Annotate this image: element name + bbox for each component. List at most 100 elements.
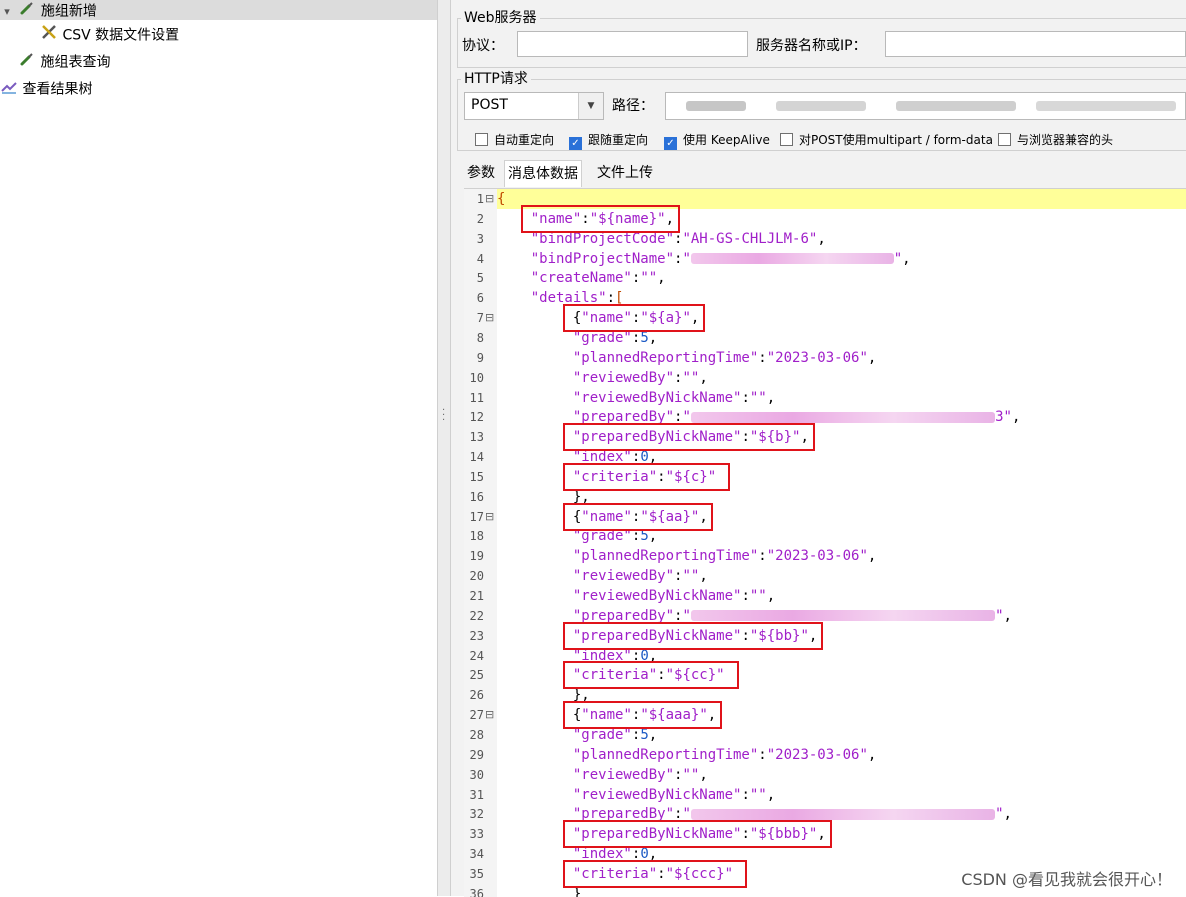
line-number: 17 bbox=[469, 509, 484, 524]
line-number: 15 bbox=[469, 469, 484, 484]
line-number: 7 bbox=[476, 311, 484, 326]
code-token: , bbox=[766, 588, 776, 604]
code-line: "reviewedBy":"", bbox=[497, 765, 1186, 785]
server-name-label: 服务器名称或IP： bbox=[756, 38, 867, 54]
line-number: 19 bbox=[469, 549, 484, 564]
checkbox-label: 使用 KeepAlive bbox=[683, 133, 770, 147]
code-line: "plannedReportingTime":"2023-03-06", bbox=[497, 348, 1186, 368]
web-server-legend: Web服务器 bbox=[461, 7, 540, 27]
code-token: "createName" bbox=[530, 270, 632, 287]
tree-item-label: 查看结果树 bbox=[22, 81, 93, 98]
fold-toggle-icon[interactable]: ⊟ bbox=[485, 308, 494, 328]
tab-file-upload[interactable]: 文件上传 bbox=[594, 160, 656, 186]
code-token: "reviewedBy" bbox=[572, 369, 675, 386]
code-token: "AH-GS-CHLJLM-6" bbox=[682, 230, 818, 247]
code-token: "bindProjectName" bbox=[530, 250, 675, 267]
code-line: "reviewedByNickName":"", bbox=[497, 388, 1186, 408]
line-number: 35 bbox=[469, 866, 484, 881]
line-number: 16 bbox=[469, 489, 484, 504]
tab-body-data[interactable]: 消息体数据 bbox=[504, 160, 582, 187]
tree-item-csv-data-set[interactable]: CSV 数据文件设置 bbox=[40, 24, 179, 44]
code-token: 5 bbox=[640, 329, 649, 346]
redacted-text bbox=[776, 101, 866, 111]
line-number: 8 bbox=[476, 330, 484, 345]
expand-toggle-icon[interactable]: ▾ bbox=[0, 2, 14, 22]
tree-item-施组新增[interactable]: ▾ 施组新增 bbox=[0, 0, 437, 20]
line-number: 12 bbox=[469, 410, 484, 425]
code-token: , bbox=[699, 369, 708, 386]
code-token: "reviewedByNickName" bbox=[572, 786, 742, 803]
tree-item-label: 施组新增 bbox=[40, 3, 97, 20]
chevron-down-icon[interactable]: ▼ bbox=[578, 93, 603, 119]
code-token: " bbox=[995, 806, 1004, 823]
tree-item-label: CSV 数据文件设置 bbox=[62, 27, 180, 44]
path-label: 路径： bbox=[612, 98, 654, 114]
line-number: 28 bbox=[469, 727, 484, 742]
highlight-box bbox=[562, 820, 832, 849]
line-number: 33 bbox=[469, 827, 484, 842]
code-token: "" bbox=[640, 270, 658, 287]
code-line: "reviewedBy":"", bbox=[497, 566, 1186, 586]
code-token: , bbox=[817, 230, 826, 247]
code-token: : bbox=[758, 548, 767, 565]
line-number: 3 bbox=[476, 231, 484, 246]
line-number: 6 bbox=[476, 291, 484, 306]
line-number: 5 bbox=[476, 271, 484, 286]
test-plan-tree: ▾ 施组新增 CSV 数据文件设置 施组表查询 查看结果树 bbox=[0, 0, 437, 896]
watermark: CSDN @看见我就会很开心！ bbox=[961, 870, 1172, 889]
protocol-input[interactable] bbox=[517, 31, 748, 57]
http-request-panel: Web服务器 协议： 服务器名称或IP： HTTP请求 POST ▼ 路径： 自… bbox=[451, 0, 1186, 897]
line-number: 11 bbox=[469, 390, 484, 405]
body-data-editor[interactable]: 1 ⊟ 2 3 4 5 6 7 ⊟ 8 9 10 11 12 13 14 15 16 17 ⊟ 18 19 20 21 22 23… bbox=[464, 188, 1186, 897]
checkbox-label: 与浏览器兼容的头 bbox=[1017, 133, 1114, 147]
keepalive-checkbox[interactable]: ✓ 使用 KeepAlive bbox=[664, 131, 770, 150]
fold-toggle-icon[interactable]: ⊟ bbox=[485, 705, 494, 725]
code-token: "grade" bbox=[572, 528, 632, 545]
code-token: : bbox=[741, 588, 750, 604]
method-select[interactable]: POST ▼ bbox=[464, 92, 604, 120]
browser-headers-checkbox[interactable]: 与浏览器兼容的头 bbox=[998, 131, 1113, 149]
protocol-label: 协议： bbox=[462, 38, 504, 54]
code-line: "reviewedByNickName":"", bbox=[497, 586, 1186, 606]
panel-splitter[interactable]: · · · bbox=[437, 0, 451, 896]
pipette-icon bbox=[18, 51, 36, 74]
path-input[interactable] bbox=[665, 92, 1186, 120]
line-number-gutter: 1 ⊟ 2 3 4 5 6 7 ⊟ 8 9 10 11 12 13 14 15 16 17 ⊟ 18 19 20 21 22 23… bbox=[464, 189, 497, 897]
code-token: 5 bbox=[640, 528, 649, 545]
code-token: , bbox=[699, 568, 708, 585]
code-token: : bbox=[741, 786, 750, 803]
line-number: 36 bbox=[469, 886, 484, 897]
line-number: 29 bbox=[469, 747, 484, 762]
follow-redirect-checkbox[interactable]: ✓ 跟随重定向 bbox=[569, 131, 648, 150]
tab-parameters[interactable]: 参数 bbox=[464, 160, 498, 186]
auto-redirect-checkbox[interactable]: 自动重定向 bbox=[475, 131, 554, 149]
check-icon: ✓ bbox=[569, 137, 582, 150]
checkbox-label: 自动重定向 bbox=[494, 133, 555, 147]
line-number: 31 bbox=[469, 787, 484, 802]
code-token: "2023-03-06" bbox=[766, 548, 868, 565]
code-token: "" bbox=[749, 786, 767, 803]
line-number: 24 bbox=[469, 648, 484, 663]
tree-item-施组表查询[interactable]: 施组表查询 bbox=[18, 51, 110, 71]
fold-toggle-icon[interactable]: ⊟ bbox=[485, 189, 494, 209]
code-token: " bbox=[995, 607, 1004, 624]
multipart-checkbox[interactable]: 对POST使用multipart / form-data bbox=[780, 131, 993, 149]
code-line: "reviewedBy":"", bbox=[497, 368, 1186, 388]
code-token: "plannedReportingTime" bbox=[572, 746, 759, 763]
line-number: 25 bbox=[469, 668, 484, 683]
redacted-text bbox=[686, 101, 746, 111]
code-token: "reviewedByNickName" bbox=[572, 588, 742, 604]
code-token: , bbox=[648, 726, 658, 743]
code-token: , bbox=[867, 548, 877, 565]
method-value: POST bbox=[471, 97, 508, 113]
code-token: "" bbox=[749, 389, 767, 406]
line-number: 21 bbox=[469, 589, 484, 603]
code-token: , bbox=[766, 786, 776, 803]
tree-item-view-results-tree[interactable]: 查看结果树 bbox=[0, 78, 92, 98]
pipette-icon bbox=[18, 0, 36, 23]
highlight-box bbox=[562, 304, 705, 333]
code-token: , bbox=[648, 329, 658, 346]
code-token: , bbox=[657, 270, 666, 287]
server-name-input[interactable] bbox=[885, 31, 1186, 57]
fold-toggle-icon[interactable]: ⊟ bbox=[485, 507, 494, 527]
